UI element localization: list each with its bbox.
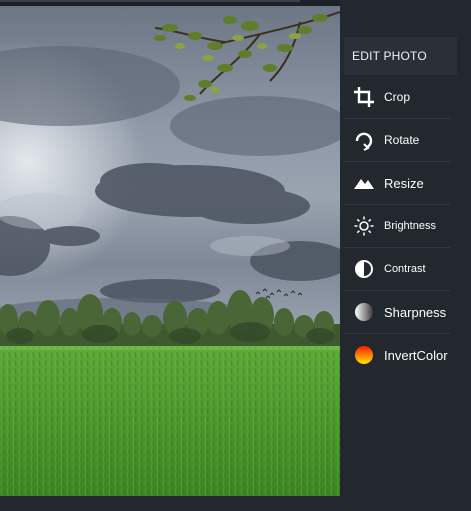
invert-color-icon xyxy=(353,344,375,366)
contrast-icon xyxy=(353,258,375,280)
menu-item-resize[interactable]: Resize xyxy=(344,162,450,205)
menu-item-sharpness[interactable]: Sharpness xyxy=(344,291,450,334)
menu-item-invert-color[interactable]: InvertColor xyxy=(344,334,450,376)
brightness-icon xyxy=(353,215,375,237)
menu-item-label: Sharpness xyxy=(384,304,447,320)
edit-photo-panel: EDIT PHOTO Crop Rotate Resize Brightness… xyxy=(340,0,471,511)
menu-item-brightness[interactable]: Brightness xyxy=(344,205,450,248)
photo-editor-app: EDIT PHOTO Crop Rotate Resize Brightness… xyxy=(0,0,471,511)
menu-item-crop[interactable]: Crop xyxy=(344,76,450,119)
panel-title: EDIT PHOTO xyxy=(344,37,457,75)
rotate-icon xyxy=(353,129,375,151)
resize-icon xyxy=(353,172,375,194)
menu-item-label: Crop xyxy=(384,90,411,104)
crop-icon xyxy=(353,86,375,108)
menu-item-rotate[interactable]: Rotate xyxy=(344,119,450,162)
edit-tools-menu: Crop Rotate Resize Brightness Contrast S… xyxy=(344,76,450,376)
menu-item-label: Resize xyxy=(384,175,424,191)
landscape-photo xyxy=(0,6,340,496)
photo-canvas[interactable] xyxy=(0,6,340,496)
menu-item-label: Contrast xyxy=(384,263,426,275)
menu-item-label: Rotate xyxy=(384,133,420,147)
menu-item-contrast[interactable]: Contrast xyxy=(344,248,450,291)
sharpness-icon xyxy=(353,301,375,323)
menu-item-label: InvertColor xyxy=(384,347,448,363)
menu-item-label: Brightness xyxy=(384,220,436,232)
